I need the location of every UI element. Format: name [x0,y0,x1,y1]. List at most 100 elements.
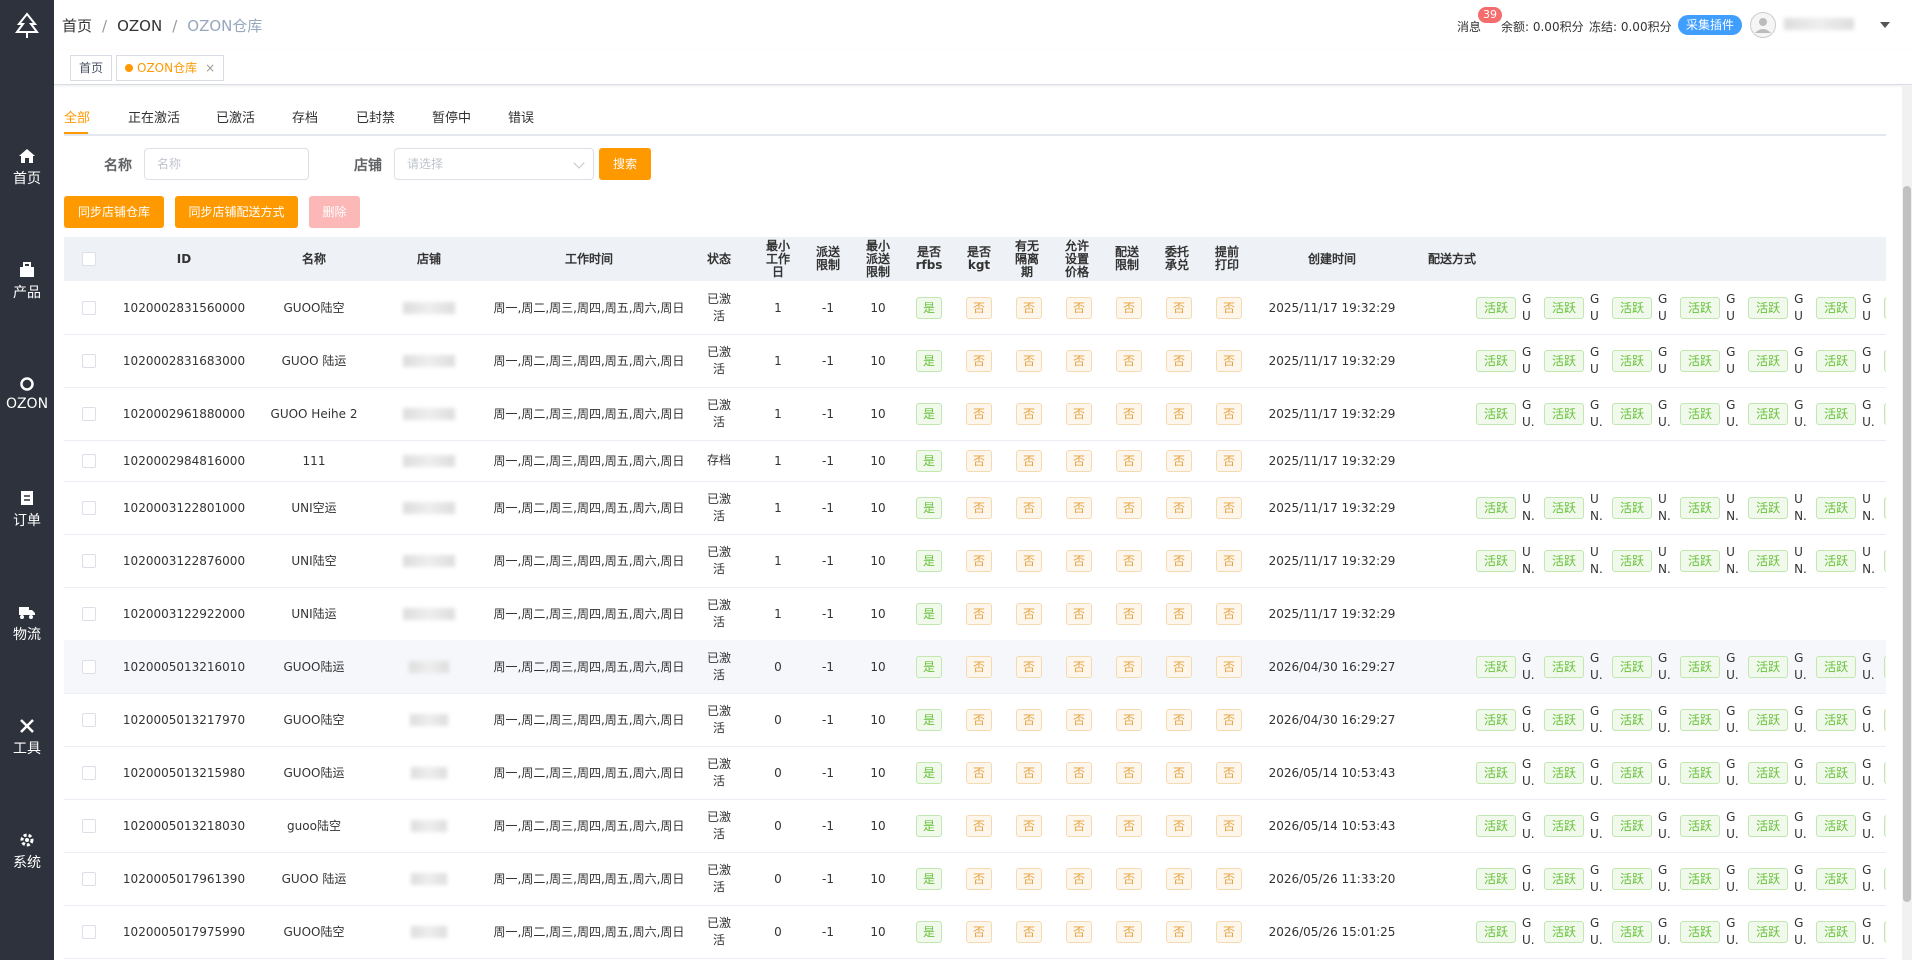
min-delivery-limit-cell: 10 [870,871,886,886]
sidebar-item-home[interactable]: 首页 [0,148,54,188]
tab-activated[interactable]: 已激活 [216,107,255,126]
flag-cell: 否 [962,387,996,440]
delivery-name: GU. [1658,809,1671,841]
no-tag: 否 [1165,296,1192,319]
sidebar-item-tools[interactable]: 工具 [0,718,54,758]
flag-cell: 否 [1012,587,1046,640]
scrollbar-track[interactable] [1902,86,1912,960]
table-row[interactable]: 1020002984816000 111 周一,周二,周三,周四,周五,周六,周日 存… [64,440,1886,482]
row-checkbox[interactable] [82,300,96,315]
no-tag: 否 [1115,920,1142,943]
row-checkbox[interactable] [82,453,96,468]
worktime-cell: 周一,周二,周三,周四,周五,周六,周日 [493,819,685,833]
col-ship-limit: 配送限制 [1114,245,1139,272]
table-row[interactable]: 1020002961880000 GUOO Heihe 2 周一,周二,周三,周四,… [64,387,1886,441]
name-input[interactable] [144,148,309,180]
breadcrumb-ozon[interactable]: OZON [117,17,162,35]
tab-archived[interactable]: 存档 [292,107,318,126]
row-checkbox[interactable] [82,818,96,833]
table-row[interactable]: 1020003122876000 UNI陆空 周一,周二,周三,周四,周五,周六,周… [64,534,1886,588]
active-tag: 活跃 [1884,349,1886,372]
tag-home[interactable]: 首页 [70,55,113,81]
message-link[interactable]: 消息 [1457,18,1481,35]
delivery-method: 活跃GU. [1816,693,1884,746]
delivery-limit-cell: -1 [822,659,834,674]
chevron-down-icon[interactable] [1880,22,1890,28]
row-checkbox[interactable] [82,406,96,421]
row-checkbox[interactable] [82,353,96,368]
row-checkbox[interactable] [82,553,96,568]
scrollbar-thumb[interactable] [1903,186,1911,902]
delivery-limit-cell: -1 [822,818,834,833]
status-text: 已激活 [706,915,731,947]
id-cell: 1020003122801000 [122,500,246,515]
status-cell: 已激活 [694,387,744,440]
shop-select[interactable]: 请选择 [394,148,594,180]
worktime-cell: 周一,周二,周三,周四,周五,周六,周日 [493,454,685,468]
table-row[interactable]: 1020002831560000 GUOO陆空 周一,周二,周三,周四,周五,周六,… [64,281,1886,335]
worktime-cell: 周一,周二,周三,周四,周五,周六,周日 [493,713,685,727]
yes-tag: 是 [915,708,942,731]
table-row[interactable]: 1020005017961390 GUOO 陆运 周一,周二,周三,周四,周五,周六… [64,852,1886,906]
flag-cell: 否 [1062,852,1096,905]
table-row[interactable]: 1020005013217970 GUOO陆空 周一,周二,周三,周四,周五,周六,… [64,693,1886,747]
delivery-method: 活跃GU. [1884,746,1886,799]
tab-banned[interactable]: 已封禁 [356,107,395,126]
row-checkbox[interactable] [82,765,96,780]
row-checkbox[interactable] [82,500,96,515]
tag-ozon-warehouse[interactable]: OZON仓库 × [116,55,225,81]
breadcrumb-home[interactable]: 首页 [62,17,92,35]
flag-cell: 否 [1012,534,1046,587]
delivery-method: 活跃GU. [1748,905,1816,958]
active-tag: 活跃 [1680,296,1721,319]
row-checkbox[interactable] [82,871,96,886]
delivery-cell: 活跃GU.活跃GU.活跃GU.活跃GU.活跃GU.活跃GU.活跃GU.活跃 [1476,387,1886,440]
active-tag: 活跃 [1680,814,1721,837]
delivery-name: GU. [1794,397,1807,429]
row-checkbox[interactable] [82,606,96,621]
status-cell: 已激活 [694,534,744,587]
status-cell: 已激活 [694,905,744,958]
flag-cell: 否 [962,481,996,534]
sidebar-item-system[interactable]: 系统 [0,832,54,872]
table-row[interactable]: 1020005017975990 GUOO陆空 周一,周二,周三,周四,周五,周六,… [64,905,1886,959]
delivery-method: 活跃GU. [1476,640,1544,693]
tab-activating[interactable]: 正在激活 [128,107,180,126]
search-button[interactable]: 搜索 [599,148,651,180]
table-row[interactable]: 1020003122801000 UNI空运 周一,周二,周三,周四,周五,周六,周… [64,481,1886,535]
sidebar-item-product[interactable]: 产品 [0,262,54,302]
no-tag: 否 [1015,602,1042,625]
flag-cell: 否 [1012,481,1046,534]
row-checkbox[interactable] [82,924,96,939]
tab-paused[interactable]: 暂停中 [432,107,471,126]
yes-tag: 是 [915,296,942,319]
tab-error[interactable]: 错误 [508,107,534,126]
table-row[interactable]: 1020002831683000 GUOO 陆运 周一,周二,周三,周四,周五,周六… [64,334,1886,388]
sync-warehouse-button[interactable]: 同步店铺仓库 [64,196,164,228]
delivery-method: 活跃 GUO... [1544,334,1612,387]
table-row[interactable]: 1020005013215980 GUOO陆运 周一,周二,周三,周四,周五,周六,… [64,746,1886,800]
table-row[interactable]: 1020005013216010 GUOO陆运 周一,周二,周三,周四,周五,周六,… [64,640,1886,694]
close-icon[interactable]: × [205,61,215,75]
delivery-method: 活跃GU. [1476,387,1544,440]
flag-cell: 是 [912,852,946,905]
select-cell [64,481,114,534]
row-checkbox[interactable] [82,659,96,674]
sidebar-item-ozon[interactable]: OZON [0,376,54,412]
flag-cell: 否 [1162,481,1196,534]
sidebar-item-logistics[interactable]: 物流 [0,604,54,644]
delivery-name: GU. [1522,703,1535,735]
sidebar-item-order[interactable]: 订单 [0,490,54,530]
no-tag: 否 [1215,655,1242,678]
table-row[interactable]: 1020003122922000 UNI陆运 周一,周二,周三,周四,周五,周六,周… [64,587,1886,641]
delete-button[interactable]: 删除 [309,196,360,228]
select-all-checkbox[interactable] [82,252,96,266]
table-row[interactable]: 1020005013218030 guoo陆空 周一,周二,周三,周四,周五,周六,… [64,799,1886,853]
tab-all[interactable]: 全部 [64,107,90,126]
sync-delivery-button[interactable]: 同步店铺配送方式 [175,196,298,228]
no-tag: 否 [1115,549,1142,572]
avatar[interactable] [1750,12,1776,38]
no-tag: 否 [965,296,992,319]
plugin-button[interactable]: 采集插件 [1678,15,1743,35]
row-checkbox[interactable] [82,712,96,727]
